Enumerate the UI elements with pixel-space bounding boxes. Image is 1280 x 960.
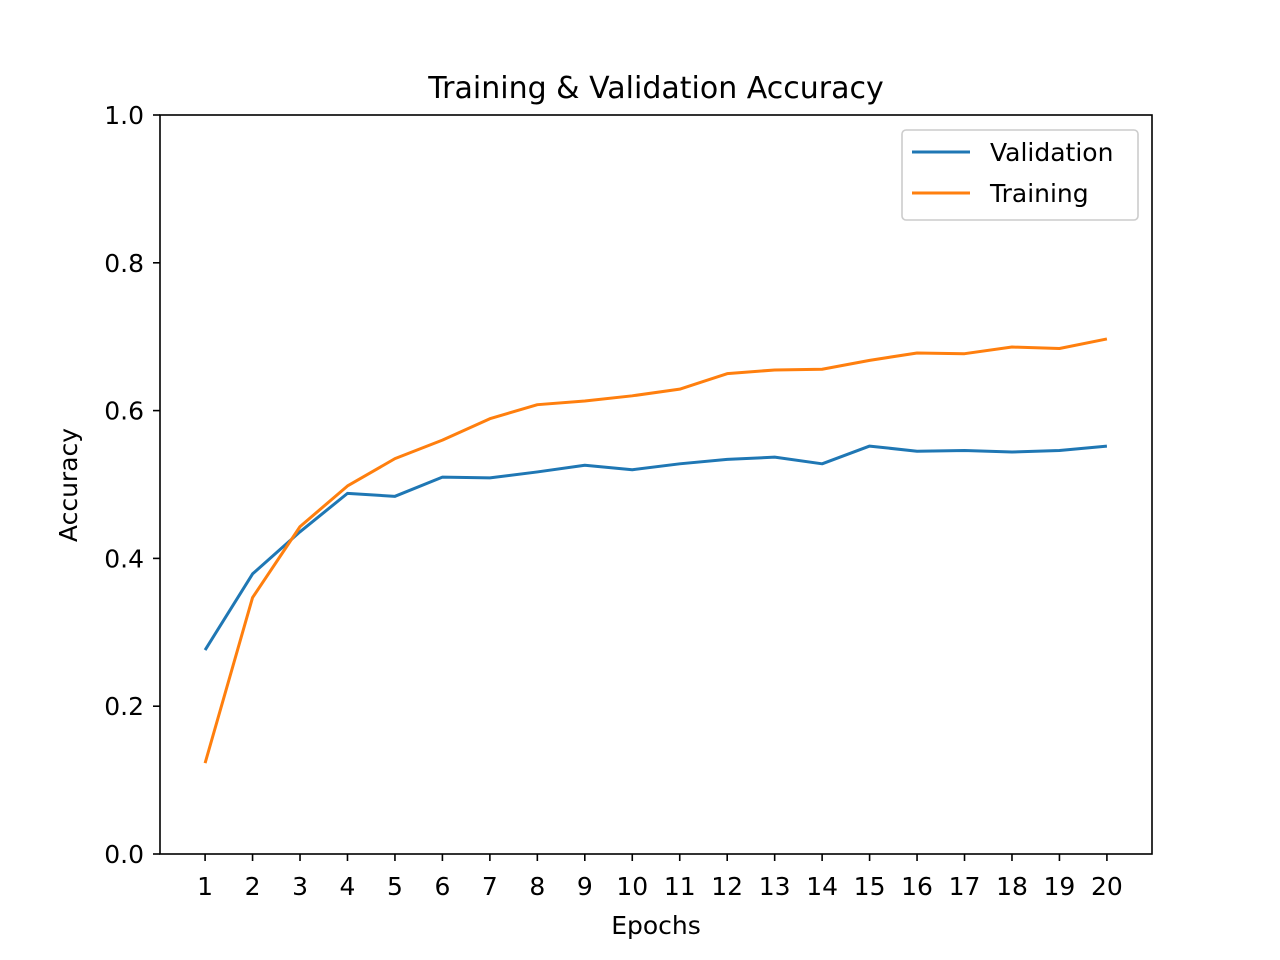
x-tick-label: 18	[996, 872, 1028, 901]
x-tick-label: 3	[292, 872, 308, 901]
chart-title: Training & Validation Accuracy	[427, 71, 883, 106]
legend-label-training: Training	[989, 179, 1089, 208]
x-tick-label: 5	[387, 872, 403, 901]
x-tick-label: 17	[949, 872, 981, 901]
legend-label-validation: Validation	[990, 138, 1113, 167]
x-tick-label: 9	[577, 872, 593, 901]
x-tick-label: 16	[901, 872, 933, 901]
x-tick-label: 10	[616, 872, 648, 901]
x-tick-label: 13	[759, 872, 791, 901]
y-tick-label: 0.8	[104, 249, 144, 278]
x-tick-label: 6	[434, 872, 450, 901]
accuracy-chart: Training & Validation Accuracy 123456789…	[0, 0, 1280, 960]
x-axis-label: Epochs	[611, 911, 701, 940]
y-tick-label: 1.0	[104, 101, 144, 130]
legend: Validation Training	[901, 129, 1139, 221]
y-tick-label: 0.2	[104, 692, 144, 721]
x-tick-label: 2	[245, 872, 261, 901]
y-tick-label: 0.6	[104, 397, 144, 426]
x-tick-label: 1	[197, 872, 213, 901]
x-tick-label: 11	[664, 872, 696, 901]
x-tick-label: 8	[529, 872, 545, 901]
y-tick-label: 0.0	[104, 840, 144, 869]
x-tick-label: 19	[1044, 872, 1076, 901]
x-tick-label: 4	[340, 872, 356, 901]
y-tick-label: 0.4	[104, 544, 144, 573]
x-tick-label: 7	[482, 872, 498, 901]
x-tick-label: 14	[806, 872, 838, 901]
x-tick-label: 20	[1091, 872, 1123, 901]
y-axis-label: Accuracy	[54, 428, 83, 542]
x-tick-label: 12	[711, 872, 743, 901]
x-tick-label: 15	[854, 872, 886, 901]
